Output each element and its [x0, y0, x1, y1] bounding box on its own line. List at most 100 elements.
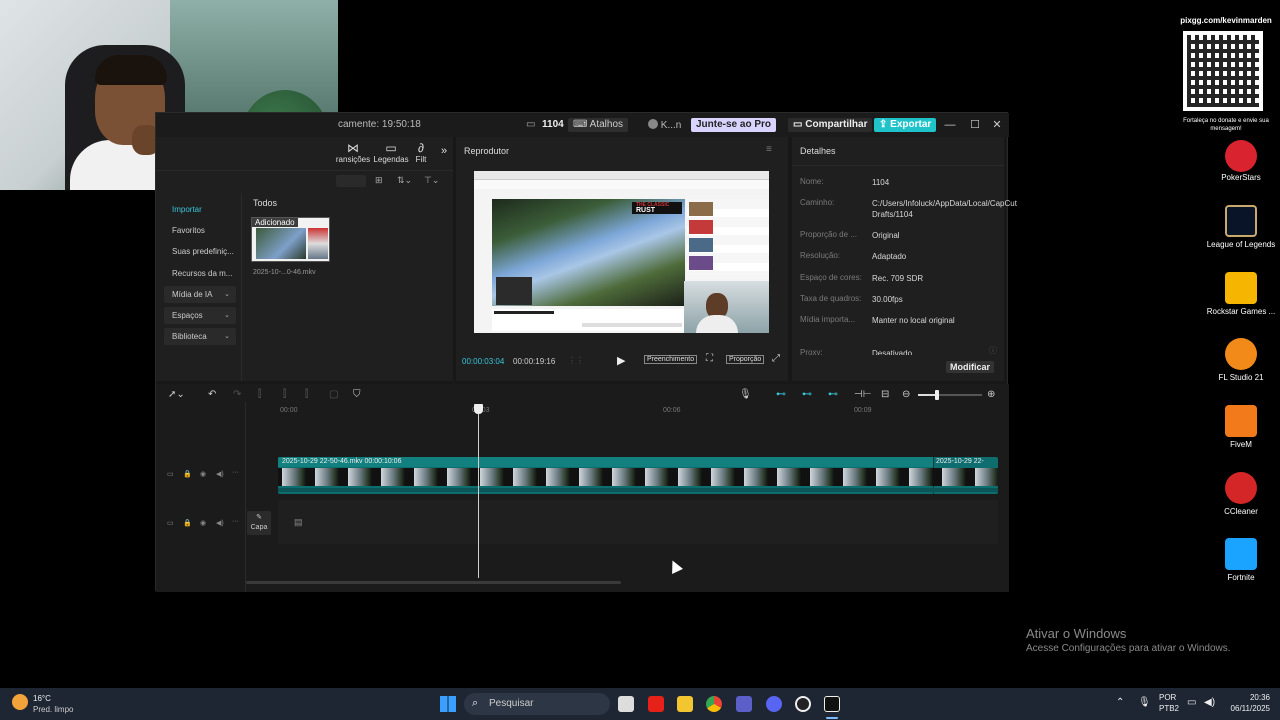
- sidebar-item-spaces[interactable]: Espaços ⌄: [164, 307, 236, 324]
- lock-icon[interactable]: 🔒: [183, 519, 192, 527]
- youtube-icon[interactable]: [648, 696, 664, 712]
- link-icon[interactable]: ⊷: [802, 389, 812, 400]
- zoom-out-icon[interactable]: ⊖: [902, 389, 910, 400]
- timeline-scrollbar[interactable]: [246, 581, 621, 584]
- more-icon[interactable]: ···: [232, 518, 239, 525]
- caption-icon[interactable]: ⊟: [881, 389, 889, 400]
- track-video-icon[interactable]: ▭: [167, 519, 174, 527]
- discord-icon[interactable]: [766, 696, 782, 712]
- sidebar-item-import[interactable]: Importar: [164, 201, 236, 218]
- fivem-icon[interactable]: [1225, 405, 1257, 437]
- sidebar-item-favorites[interactable]: Favoritos: [164, 222, 236, 239]
- search-bar[interactable]: ⌕ Pesquisar: [464, 693, 610, 715]
- close-button[interactable]: ✕: [989, 117, 1005, 133]
- timecode-grid-icon[interactable]: ⋮⋮: [568, 356, 584, 365]
- weather-temp[interactable]: 16°C: [33, 694, 51, 703]
- playhead[interactable]: [478, 406, 479, 578]
- empty-track[interactable]: [278, 500, 998, 544]
- fl-studio-icon[interactable]: [1225, 338, 1257, 370]
- minimize-button[interactable]: —: [942, 117, 958, 133]
- fill-button[interactable]: Preenchimento: [644, 355, 698, 364]
- rockstar-games-icon[interactable]: [1225, 272, 1257, 304]
- fortnite-icon[interactable]: [1225, 538, 1257, 570]
- language-top[interactable]: POR: [1159, 693, 1176, 702]
- video-preview[interactable]: THE CLASSIC RUST: [474, 171, 769, 333]
- modify-button[interactable]: Modificar: [946, 361, 995, 373]
- eye-icon[interactable]: ◉: [200, 519, 206, 527]
- audio-icon[interactable]: ◀): [216, 470, 224, 478]
- fullscreen-icon[interactable]: ⤢: [772, 353, 780, 364]
- sidebar-item-resources[interactable]: Recursos da m...: [164, 265, 236, 282]
- zoom-in-icon[interactable]: ⊕: [987, 389, 995, 400]
- network-icon[interactable]: ▭: [1187, 697, 1196, 708]
- info-icon: ⓘ: [989, 346, 997, 355]
- more-tabs-icon[interactable]: »: [436, 145, 452, 157]
- language-bottom[interactable]: PTB2: [1159, 704, 1179, 713]
- browser-tabbar: [474, 171, 769, 180]
- share-button[interactable]: ▭ Compartilhar: [788, 118, 873, 132]
- video-clip-track[interactable]: 2025-10-29 22-50-46.mkv 00:00:10:06 2025…: [278, 457, 998, 494]
- tab-filters[interactable]: ∂ Filt: [406, 141, 436, 164]
- user-menu[interactable]: K...n: [648, 119, 681, 131]
- maximize-button[interactable]: ☐: [967, 117, 983, 133]
- sidebar-item-presets[interactable]: Suas predefiniç...: [164, 243, 236, 260]
- marker-icon[interactable]: ⛉: [353, 389, 361, 400]
- weather-icon[interactable]: [12, 694, 28, 710]
- volume-icon[interactable]: ◀): [1204, 697, 1215, 708]
- player-menu-icon[interactable]: ≡: [766, 144, 772, 155]
- split-icon[interactable]: ⫿: [258, 389, 261, 400]
- split-left-icon[interactable]: ⫿: [283, 389, 286, 400]
- chevron-up-icon[interactable]: ⌃: [1116, 697, 1124, 708]
- tab-all[interactable]: Todos: [253, 198, 277, 208]
- split-view-icon[interactable]: ⊣⊢: [854, 389, 871, 400]
- eye-icon[interactable]: ◉: [200, 470, 206, 478]
- league-of-legends-icon[interactable]: [1225, 205, 1257, 237]
- shortcuts-button[interactable]: ⌨ Atalhos: [568, 118, 629, 132]
- audio-icon[interactable]: ◀): [216, 519, 224, 527]
- obs-icon[interactable]: [795, 696, 811, 712]
- preview-axis-icon[interactable]: ⊷: [828, 389, 838, 400]
- microphone-icon[interactable]: 🎙: [739, 389, 752, 400]
- search-input[interactable]: [336, 175, 366, 187]
- chrome-icon[interactable]: [706, 696, 722, 712]
- undo-icon[interactable]: ↶: [208, 389, 216, 400]
- teams-icon[interactable]: [736, 696, 752, 712]
- clock-date[interactable]: 06/11/2025: [1220, 704, 1270, 713]
- track-video-icon[interactable]: ▭: [167, 470, 174, 478]
- sidebar-item-library[interactable]: Biblioteca ⌄: [164, 328, 236, 345]
- select-tool-icon[interactable]: ➚⌄: [168, 389, 185, 400]
- sort-icon[interactable]: ⇅⌄: [397, 175, 412, 186]
- layout-icon[interactable]: ▭: [526, 119, 535, 130]
- filter-icon[interactable]: ⊤⌄: [424, 175, 439, 186]
- play-icon[interactable]: ▶: [617, 354, 625, 367]
- microphone-icon[interactable]: 🎙: [1138, 697, 1151, 708]
- pokerstars-icon[interactable]: [1225, 140, 1257, 172]
- magnet-icon[interactable]: ⊷: [776, 389, 786, 400]
- export-button[interactable]: ⇪ Exportar: [874, 118, 937, 132]
- split-right-icon[interactable]: ⫿: [305, 389, 308, 400]
- crop-icon[interactable]: ⛶: [706, 353, 713, 364]
- join-pro-button[interactable]: Junte-se ao Pro: [691, 118, 777, 132]
- ccleaner-icon[interactable]: [1225, 472, 1257, 504]
- ratio-button[interactable]: Proporção: [726, 355, 765, 364]
- sidebar-item-ai-media[interactable]: Mídia de IA ⌄: [164, 286, 236, 303]
- delete-icon[interactable]: ▢: [329, 389, 338, 400]
- rust-logo: THE CLASSIC RUST: [632, 202, 682, 214]
- tab-transitions[interactable]: ⋈ ransições: [334, 141, 372, 164]
- view-grid-icon[interactable]: ⊞: [375, 175, 383, 186]
- weather-desc[interactable]: Pred. limpo: [33, 705, 73, 714]
- playhead-handle[interactable]: [474, 404, 483, 414]
- media-clip-thumbnail[interactable]: Adicionado: [251, 217, 330, 262]
- file-explorer-icon[interactable]: [677, 696, 693, 712]
- task-view-icon[interactable]: [618, 696, 634, 712]
- clock-time[interactable]: 20:36: [1240, 693, 1270, 702]
- capcut-icon[interactable]: [824, 696, 840, 712]
- project-name[interactable]: 1104: [542, 119, 564, 130]
- redo-icon[interactable]: ↷: [233, 389, 241, 400]
- cover-button[interactable]: ✎ Capa: [247, 511, 271, 535]
- zoom-slider-handle[interactable]: [935, 390, 939, 400]
- tab-captions[interactable]: ▭ Legendas: [372, 141, 410, 164]
- windows-start-icon[interactable]: [440, 696, 456, 712]
- lock-icon[interactable]: 🔒: [183, 470, 192, 478]
- more-icon[interactable]: ···: [232, 469, 239, 476]
